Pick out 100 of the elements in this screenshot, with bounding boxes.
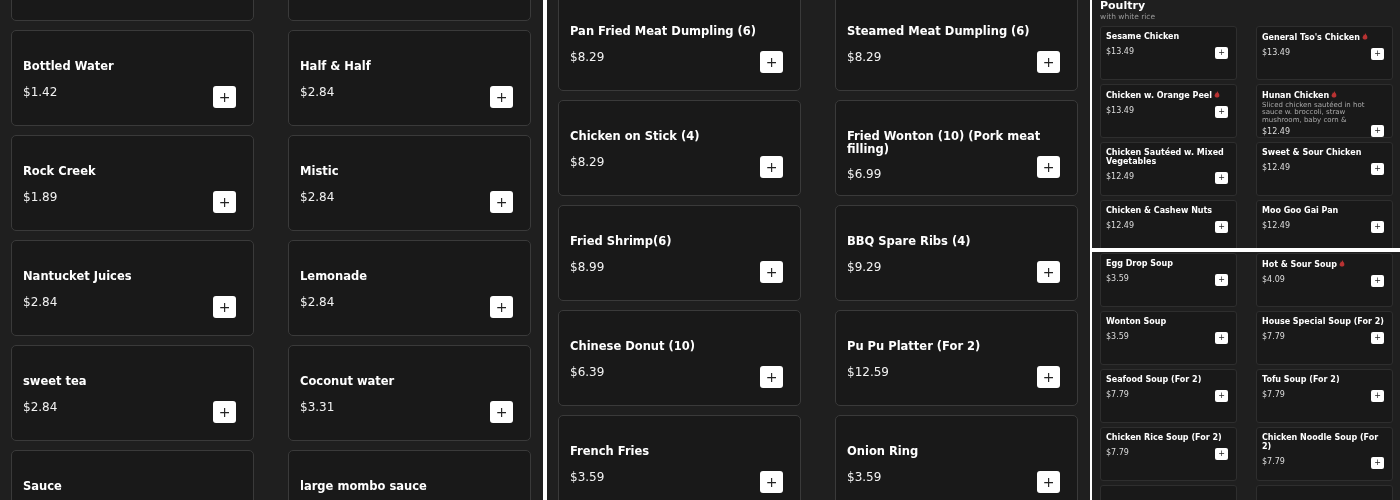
item-name: Chicken on Stick (4) — [570, 130, 700, 143]
item-price: $7.79 — [1262, 388, 1285, 401]
item-name: sweet tea — [23, 375, 87, 388]
item-name: Steamed Meat Dumpling (6) — [847, 25, 1030, 38]
item-price: $6.99 — [847, 166, 882, 184]
add-button[interactable]: + — [1215, 47, 1228, 60]
item-price: $8.99 — [570, 258, 605, 276]
item-name: Sweet & Sour Chicken — [1262, 149, 1362, 159]
item-name: Rock Creek — [23, 165, 96, 178]
add-button[interactable]: + — [1037, 471, 1060, 493]
item-price: $12.49 — [1262, 126, 1290, 139]
item-name: Onion Ring — [847, 445, 919, 458]
item-price: $2.84 — [300, 293, 335, 311]
item-price: $12.59 — [847, 363, 889, 381]
item-price: $4.09 — [1262, 273, 1285, 286]
item-price: $13.49 — [1262, 47, 1290, 60]
item-name: Chicken w. Orange Peel — [1106, 91, 1220, 102]
item-name: Mistic — [300, 165, 339, 178]
item-price: $3.59 — [570, 468, 605, 486]
item-price: $2.84 — [23, 398, 58, 416]
item-price: $8.29 — [847, 48, 882, 66]
item-price: $13.49 — [1106, 46, 1134, 59]
add-button[interactable]: + — [213, 86, 236, 108]
item-name: Chicken Noodle Soup (For 2) — [1262, 434, 1380, 452]
item-name: Chinese Donut (10) — [570, 340, 696, 353]
item-price: $3.31 — [300, 398, 335, 416]
item-name: Wonton Soup — [1106, 318, 1167, 327]
item-price: $3.59 — [847, 468, 882, 486]
item-name: Half & Half — [300, 60, 371, 73]
item-name: Moo Goo Gai Pan — [1262, 207, 1339, 217]
item-name: Hot & Sour Soup — [1262, 260, 1345, 270]
item-name: BBQ Spare Ribs (4) — [847, 235, 971, 248]
item-name: General Tso's Chicken — [1262, 33, 1368, 44]
item-price: $12.49 — [1106, 170, 1134, 183]
add-button[interactable]: + — [1215, 273, 1228, 286]
add-button[interactable]: + — [1371, 221, 1384, 234]
item-name: Nantucket Juices — [23, 270, 132, 283]
item-price: $12.49 — [1262, 162, 1290, 175]
item-name: Pu Pu Platter (For 2) — [847, 340, 981, 353]
item-price: $1.89 — [23, 188, 58, 206]
add-button[interactable]: + — [1215, 447, 1228, 460]
add-button[interactable]: + — [760, 261, 783, 283]
item-name: French Fries — [570, 445, 650, 458]
add-button[interactable]: + — [490, 86, 513, 108]
add-button[interactable]: + — [1037, 366, 1060, 388]
add-button[interactable]: + — [1371, 125, 1384, 138]
add-button[interactable]: + — [760, 471, 783, 493]
add-button[interactable]: + — [760, 51, 783, 73]
item-name: Pan Fried Meat Dumpling (6) — [570, 25, 757, 38]
add-button[interactable]: + — [1215, 106, 1228, 119]
add-button[interactable]: + — [213, 401, 236, 423]
add-button[interactable]: + — [213, 191, 236, 213]
item-price: $2.84 — [23, 293, 58, 311]
item-name: Bottled Water — [23, 60, 114, 73]
item-price: $7.79 — [1262, 455, 1285, 468]
section-title: Poultry — [1100, 0, 1146, 11]
item-name: Tofu Soup (For 2) — [1262, 376, 1340, 385]
add-button[interactable]: + — [1215, 331, 1228, 344]
add-button[interactable]: + — [213, 296, 236, 318]
item-price: $7.79 — [1106, 388, 1129, 401]
item-name: large mombo sauce — [300, 480, 427, 493]
item-name: Egg Drop Soup — [1106, 260, 1173, 269]
item-price: $2.84 — [300, 83, 335, 101]
add-button[interactable]: + — [490, 401, 513, 423]
item-name: House Special Soup (For 2) — [1262, 318, 1384, 327]
item-price: $3.59 — [1106, 272, 1129, 285]
item-price: $2.84 — [300, 188, 335, 206]
item-name: Hunan Chicken — [1262, 91, 1338, 102]
add-button[interactable]: + — [760, 156, 783, 178]
item-price: $6.39 — [570, 363, 605, 381]
item-price: $12.49 — [1106, 220, 1134, 233]
add-button[interactable]: + — [1215, 389, 1228, 402]
add-button[interactable]: + — [1371, 389, 1384, 402]
add-button[interactable]: + — [1371, 163, 1384, 176]
item-price: $8.29 — [570, 153, 605, 171]
item-price: $3.59 — [1106, 330, 1129, 343]
add-button[interactable]: + — [1037, 51, 1060, 73]
add-button[interactable]: + — [1215, 171, 1228, 184]
add-button[interactable]: + — [1371, 456, 1384, 469]
item-name: Chicken & Cashew Nuts — [1106, 207, 1213, 217]
item-name: Sesame Chicken — [1106, 33, 1180, 43]
item-name: Chicken Sautéed w. Mixed Vegetables — [1106, 149, 1225, 167]
item-price: $7.79 — [1262, 330, 1285, 343]
item-name: Lemonade — [300, 270, 367, 283]
add-button[interactable]: + — [760, 366, 783, 388]
item-price: $8.29 — [570, 48, 605, 66]
item-name: Chicken Rice Soup (For 2) — [1106, 434, 1222, 443]
add-button[interactable]: + — [1371, 331, 1384, 344]
add-button[interactable]: + — [1371, 48, 1384, 61]
item-price: $7.79 — [1106, 446, 1129, 459]
add-button[interactable]: + — [1215, 221, 1228, 234]
item-price: $12.49 — [1262, 220, 1290, 233]
item-price: $13.49 — [1106, 105, 1134, 118]
item-name: Seafood Soup (For 2) — [1106, 376, 1202, 385]
item-name: Fried Shrimp(6) — [570, 235, 672, 248]
add-button[interactable]: + — [1037, 261, 1060, 283]
add-button[interactable]: + — [1037, 156, 1060, 178]
add-button[interactable]: + — [1371, 274, 1384, 287]
add-button[interactable]: + — [490, 191, 513, 213]
add-button[interactable]: + — [490, 296, 513, 318]
